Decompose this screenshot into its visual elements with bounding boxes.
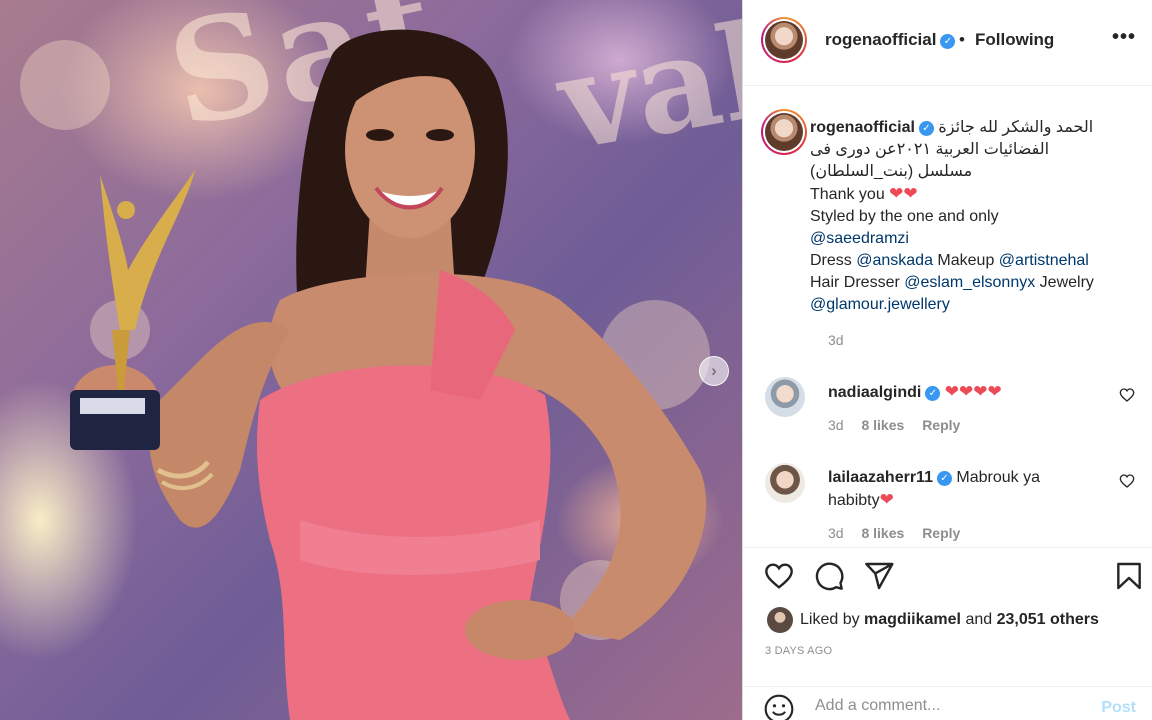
following-button[interactable]: Following	[975, 30, 1054, 50]
liked-by-prefix: Liked by	[800, 611, 860, 628]
post-action-bar	[743, 560, 1152, 600]
post-comment-button[interactable]: Post	[1101, 699, 1136, 717]
avatar[interactable]	[761, 17, 807, 63]
liked-by-summary: Liked by magdiikamel and 23,051 others	[767, 607, 1099, 633]
liked-by-user[interactable]: magdiikamel	[864, 611, 961, 629]
post-header: rogenaofficial ✓ • Following •••	[743, 0, 1152, 86]
comment-meta: 3d 8 likes Reply	[828, 417, 974, 433]
carousel-next-button[interactable]: ›	[699, 356, 729, 386]
verified-badge-icon: ✓	[918, 121, 934, 136]
like-heart-icon[interactable]	[763, 560, 795, 597]
comment-text: nadiaalgindi ✓ ❤❤❤❤	[828, 381, 1068, 404]
heart-emoji-icon: ❤	[879, 490, 894, 509]
emoji-smiley-icon[interactable]	[763, 693, 795, 720]
avatar[interactable]	[761, 109, 807, 155]
verified-badge-icon: ✓	[940, 34, 956, 49]
caption-timestamp[interactable]: 3d	[828, 332, 844, 348]
woman-with-trophy-illustration	[70, 29, 707, 720]
comment-like-heart-icon[interactable]	[1119, 473, 1135, 494]
caption-text: rogenaofficial ✓ الحمد والشكر لله جائزة ا…	[810, 117, 1130, 316]
caption-label: Jewelry	[1039, 274, 1094, 291]
save-bookmark-icon[interactable]	[1113, 560, 1145, 597]
comments-list[interactable]: rogenaofficial ✓ الحمد والشكر لله جائزة ا…	[743, 87, 1152, 548]
reply-button[interactable]: Reply	[922, 525, 960, 541]
comment-meta: 3d 8 likes Reply	[828, 525, 974, 541]
caption-arabic-line: مسلسل (بنت_السلطان)	[810, 163, 973, 180]
add-comment-bar: Post	[743, 686, 1152, 720]
comment-username[interactable]: nadiaalgindi	[828, 384, 921, 401]
avatar[interactable]	[765, 377, 805, 417]
caption-thanks: Thank you	[810, 186, 885, 203]
post-details-panel: rogenaofficial ✓ • Following ••• rogenaof…	[742, 0, 1152, 720]
post-author[interactable]: rogenaofficial ✓	[825, 30, 956, 50]
comment-timestamp[interactable]: 3d	[828, 525, 844, 541]
caption-styled-by: Styled by the one and only	[810, 208, 999, 225]
share-paper-plane-icon[interactable]	[863, 560, 895, 597]
caption-label: Hair Dresser	[810, 274, 900, 291]
comment-text: lailaazaherr11 ✓ Mabrouk ya habibty❤	[828, 467, 1068, 512]
heart-emoji-icon: ❤❤	[889, 184, 918, 203]
caption-username[interactable]: rogenaofficial	[810, 119, 915, 136]
verified-badge-icon: ✓	[936, 471, 952, 486]
separator-dot: •	[959, 30, 965, 49]
verified-badge-icon: ✓	[925, 386, 941, 401]
mention-link[interactable]: @glamour.jewellery	[810, 296, 950, 313]
reply-button[interactable]: Reply	[922, 417, 960, 433]
mention-link[interactable]: @artistnehal	[999, 252, 1089, 269]
caption-label: Dress	[810, 252, 852, 269]
mention-link[interactable]: @anskada	[856, 252, 933, 269]
caption-label: Makeup	[937, 252, 995, 269]
post-timestamp[interactable]: 3 DAYS AGO	[765, 645, 832, 657]
comment-input[interactable]	[815, 697, 1085, 715]
comment-bubble-icon[interactable]	[813, 560, 845, 597]
post-author-username[interactable]: rogenaofficial	[825, 30, 936, 49]
comment-likes[interactable]: 8 likes	[861, 417, 904, 433]
mention-link[interactable]: @saeedramzi	[810, 230, 909, 247]
more-options-icon[interactable]: •••	[1112, 26, 1136, 49]
caption-arabic-line: الفضائيات العربية ٢٠٢١عن دورى فى	[810, 141, 1050, 158]
comment-like-heart-icon[interactable]	[1119, 387, 1135, 408]
comment-likes[interactable]: 8 likes	[861, 525, 904, 541]
post-photo[interactable]: Sat val ›	[0, 0, 742, 720]
avatar[interactable]	[767, 607, 793, 633]
liked-by-joiner: and	[965, 611, 993, 628]
heart-emoji-icon: ❤❤❤❤	[944, 382, 1002, 401]
mention-link[interactable]: @eslam_elsonnyx	[904, 274, 1035, 291]
caption-arabic-line: الحمد والشكر لله جائزة	[938, 119, 1094, 136]
comment-timestamp[interactable]: 3d	[828, 417, 844, 433]
avatar[interactable]	[765, 463, 805, 503]
liked-by-others[interactable]: 23,051 others	[997, 611, 1099, 629]
comment-username[interactable]: lailaazaherr11	[828, 469, 933, 486]
